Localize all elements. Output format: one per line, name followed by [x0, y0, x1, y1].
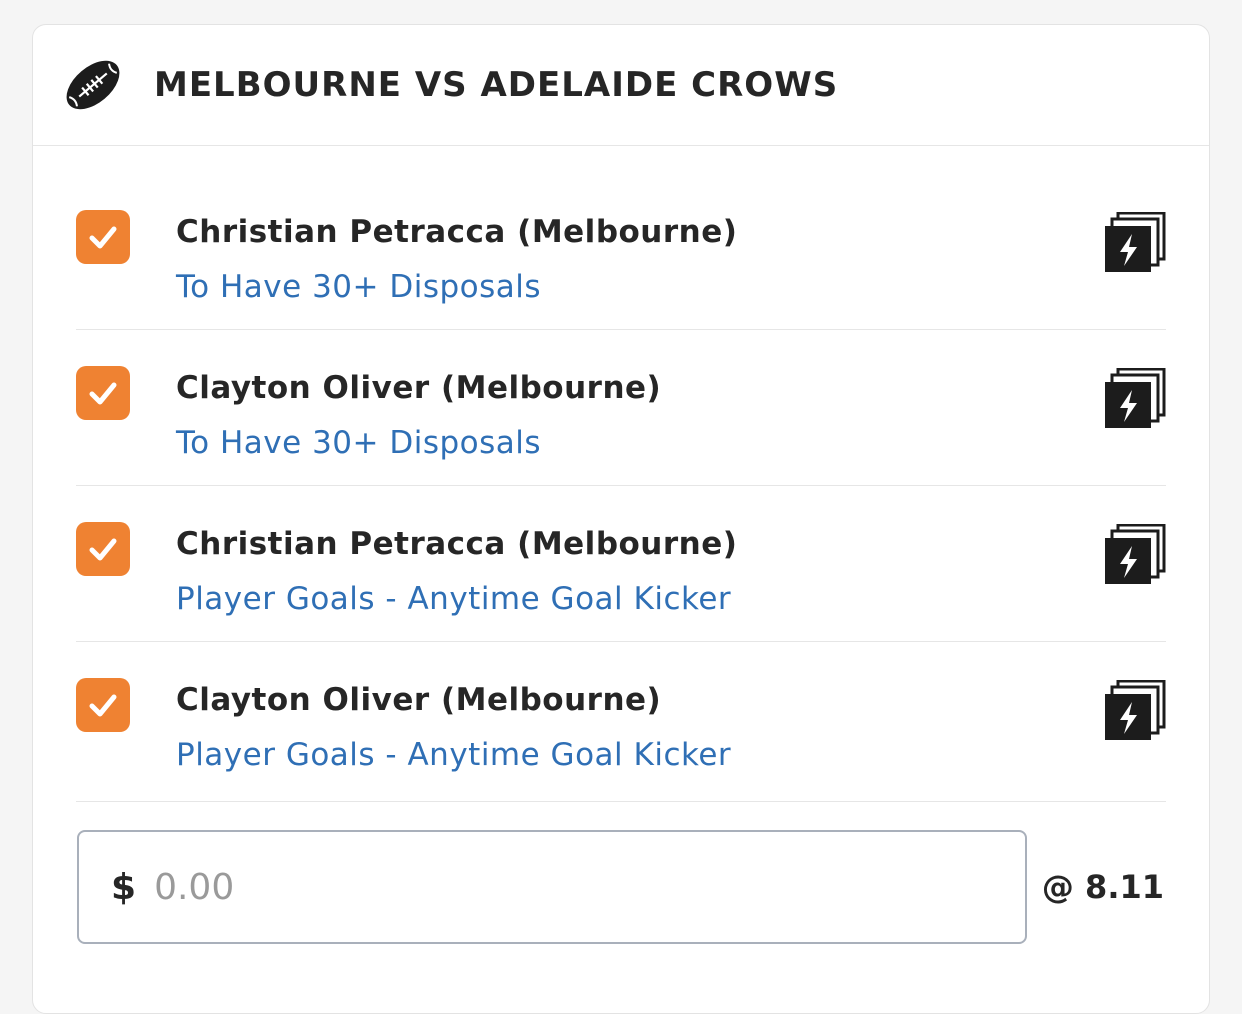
player-name: Clayton Oliver (Melbourne) — [176, 682, 662, 718]
currency-symbol: $ — [111, 866, 137, 908]
market-link[interactable]: To Have 30+ Disposals — [176, 425, 541, 461]
bet-leg-row: Clayton Oliver (Melbourne) To Have 30+ D… — [76, 330, 1166, 486]
player-name: Christian Petracca (Melbourne) — [176, 526, 738, 562]
bet-leg-row: Clayton Oliver (Melbourne) Player Goals … — [76, 642, 1166, 802]
same-game-multi-icon[interactable] — [1104, 368, 1166, 430]
checkmark-icon — [89, 538, 117, 561]
same-game-multi-icon[interactable] — [1104, 524, 1166, 586]
leg-checkbox[interactable] — [76, 210, 130, 264]
match-title: MELBOURNE VS ADELAIDE CROWS — [154, 65, 839, 105]
football-icon — [66, 60, 120, 110]
odds-label: @ 8.11 — [1041, 868, 1164, 906]
checkmark-icon — [89, 694, 117, 717]
stake-input[interactable] — [152, 865, 977, 909]
card-header: MELBOURNE VS ADELAIDE CROWS — [33, 25, 1209, 146]
player-name: Christian Petracca (Melbourne) — [176, 214, 738, 250]
leg-checkbox[interactable] — [76, 678, 130, 732]
bet-leg-row: Christian Petracca (Melbourne) Player Go… — [76, 486, 1166, 642]
checkmark-icon — [89, 226, 117, 249]
stake-field[interactable]: $ — [77, 830, 1027, 944]
market-link[interactable]: Player Goals - Anytime Goal Kicker — [176, 581, 731, 617]
market-link[interactable]: To Have 30+ Disposals — [176, 269, 541, 305]
player-name: Clayton Oliver (Melbourne) — [176, 370, 662, 406]
market-link[interactable]: Player Goals - Anytime Goal Kicker — [176, 737, 731, 773]
same-game-multi-icon[interactable] — [1104, 680, 1166, 742]
checkmark-icon — [89, 382, 117, 405]
leg-checkbox[interactable] — [76, 522, 130, 576]
bet-leg-row: Christian Petracca (Melbourne) To Have 3… — [76, 174, 1166, 330]
leg-checkbox[interactable] — [76, 366, 130, 420]
same-game-multi-icon[interactable] — [1104, 212, 1166, 274]
